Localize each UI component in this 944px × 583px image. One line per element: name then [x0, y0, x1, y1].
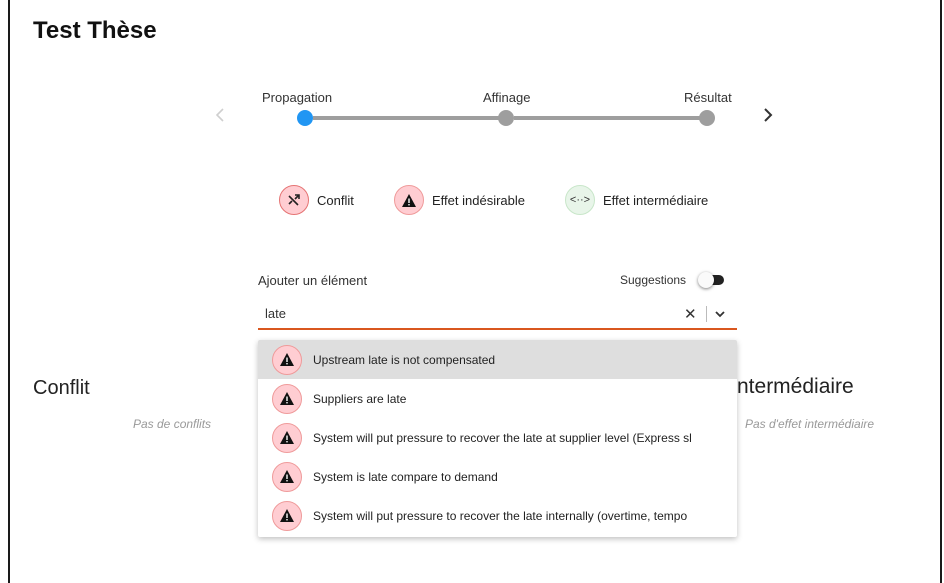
empty-state-conflits: Pas de conflits [133, 417, 212, 431]
warning-icon [272, 461, 302, 492]
warning-icon [272, 383, 302, 414]
step-dot-resultat[interactable] [699, 110, 715, 126]
chevron-down-icon[interactable] [714, 307, 726, 325]
autocomplete-dropdown: Upstream late is not compensated Supplie… [258, 340, 737, 537]
add-element-field: ✕ [258, 302, 737, 330]
dropdown-option[interactable]: Suppliers are late [258, 379, 737, 418]
warning-icon [394, 185, 424, 215]
toggle-knob [698, 272, 714, 288]
warning-icon [272, 344, 302, 375]
option-label: System will put pressure to recover the … [313, 508, 688, 523]
shuffle-icon [279, 185, 309, 215]
step-dot-propagation[interactable] [297, 110, 313, 126]
dropdown-option[interactable]: System is late compare to demand [258, 457, 737, 496]
legend-effet-indesirable: Effet indésirable [394, 185, 525, 215]
step-label-affinage: Affinage [483, 90, 531, 105]
option-label: Suppliers are late [313, 391, 407, 406]
step-label-resultat: Résultat [684, 90, 732, 105]
chevron-left-icon [215, 108, 224, 122]
arrows-horizontal-icon: <··> [565, 185, 595, 215]
step-label-propagation: Propagation [262, 90, 333, 105]
legend-conflit: Conflit [279, 185, 354, 215]
divider [706, 306, 707, 322]
option-label: Upstream late is not compensated [313, 352, 496, 367]
empty-state-intermediaire: Pas d'effet intermédiaire [745, 417, 875, 431]
section-title-conflit: Conflit [33, 377, 90, 399]
dropdown-option[interactable]: Upstream late is not compensated [258, 340, 737, 379]
stepper-next-button[interactable] [758, 105, 778, 125]
dropdown-option[interactable]: System will put pressure to recover the … [258, 496, 737, 535]
dropdown-option[interactable]: System will put pressure to recover the … [258, 418, 737, 457]
stepper-prev-button[interactable] [210, 105, 230, 125]
chevron-right-icon [764, 108, 773, 122]
suggestions-toggle[interactable] [698, 272, 726, 288]
legend-label: Effet intermédiaire [603, 192, 709, 208]
search-input[interactable] [265, 306, 665, 321]
legend-effet-intermediaire: <··> Effet intermédiaire [565, 185, 708, 215]
option-label: System will put pressure to recover the … [313, 430, 692, 445]
clear-icon[interactable]: ✕ [684, 305, 697, 323]
add-element-label: Ajouter un élément [258, 273, 368, 288]
step-dot-affinage[interactable] [498, 110, 514, 126]
page-title: Test Thèse [33, 17, 157, 44]
stepper-connector [313, 116, 499, 120]
suggestions-label: Suggestions [620, 273, 687, 287]
legend-label: Conflit [317, 192, 354, 208]
option-label: System is late compare to demand [313, 469, 498, 484]
section-title-intermediaire: ntermédiaire [737, 375, 854, 398]
warning-icon [272, 500, 302, 531]
stepper-connector [514, 116, 700, 120]
legend-label: Effet indésirable [432, 192, 525, 208]
warning-icon [272, 422, 302, 453]
